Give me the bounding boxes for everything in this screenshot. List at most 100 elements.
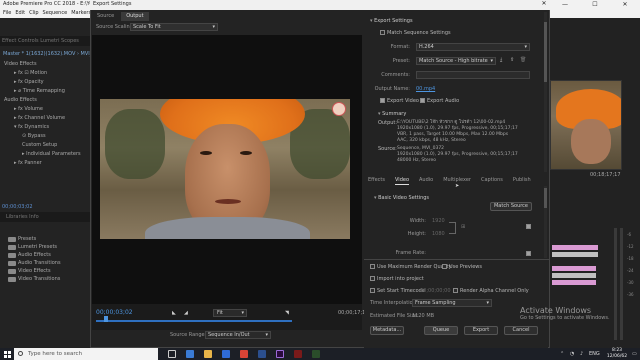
link-dimensions-icon[interactable]	[449, 222, 456, 234]
folder-audio-effects[interactable]: Audio Effects	[6, 252, 90, 260]
wifi-icon[interactable]: ◔	[570, 351, 574, 357]
chrome-icon[interactable]	[240, 350, 248, 358]
photos-icon[interactable]	[258, 350, 266, 358]
audio-clip[interactable]	[552, 252, 598, 257]
task-view-icon[interactable]	[168, 350, 176, 358]
tab-output[interactable]: Output	[121, 12, 149, 21]
start-timecode-field[interactable]: 00;00;00;00	[420, 288, 451, 294]
effect-row[interactable]: ▸ fx Volume	[0, 106, 90, 114]
effect-row[interactable]: ▸ ⌀ Time Remapping	[0, 88, 90, 96]
store-icon[interactable]	[222, 350, 230, 358]
taskbar-search[interactable]: Type here to search	[14, 348, 158, 360]
close-icon[interactable]: ✕	[538, 0, 550, 10]
current-timecode[interactable]: 00;00;03;02	[96, 309, 133, 316]
set-in-point-icon[interactable]: ◣	[172, 310, 178, 316]
audio-clip[interactable]	[552, 280, 596, 285]
effect-row[interactable]: ⊙ Bypass	[0, 133, 90, 141]
effect-row[interactable]: ▸ fx ⊡ Motion	[0, 70, 90, 78]
format-dropdown[interactable]: H.264	[416, 43, 530, 51]
program-timecode[interactable]: 00;18;17;17	[590, 172, 621, 178]
preset-dropdown[interactable]: Match Source - High bitrate	[416, 57, 496, 65]
maximize-button[interactable]: ☐	[580, 0, 610, 18]
delete-preset-icon[interactable]: 🗑	[520, 57, 526, 63]
set-start-timecode-checkbox[interactable]: Set Start Timecode	[370, 288, 425, 294]
language-indicator[interactable]: ENG	[589, 351, 600, 357]
premiere-pro-icon[interactable]	[276, 350, 284, 358]
folder-lumetri-presets[interactable]: Lumetri Presets	[6, 244, 90, 252]
menu-markers[interactable]: Markers	[71, 10, 91, 17]
folder-video-effects[interactable]: Video Effects	[6, 268, 90, 276]
max-render-quality-checkbox[interactable]: Use Maximum Render Quality	[370, 264, 451, 270]
use-previews-checkbox[interactable]: Use Previews	[442, 264, 482, 270]
fit-dropdown[interactable]: Fit	[213, 309, 247, 317]
effect-row[interactable]: ▸ Individual Parameters	[0, 151, 90, 159]
tab-captions[interactable]: Captions	[481, 177, 503, 185]
edge-icon[interactable]	[186, 350, 194, 358]
source-range-dropdown[interactable]: Sequence In/Out	[205, 331, 271, 339]
import-preset-icon[interactable]: ⇪	[510, 57, 514, 63]
folder-presets[interactable]: Presets	[6, 236, 90, 244]
time-interpolation-dropdown[interactable]: Frame Sampling	[412, 299, 492, 307]
width-value[interactable]: 1920	[432, 218, 445, 224]
volume-icon[interactable]: ♪	[580, 351, 583, 357]
folder-video-transitions[interactable]: Video Transitions	[6, 276, 90, 284]
effect-row[interactable]: ▸ fx Channel Volume	[0, 115, 90, 123]
menu-sequence[interactable]: Sequence	[43, 10, 68, 17]
frame-rate-checkbox[interactable]	[526, 251, 531, 256]
bin-tabs[interactable]: Libraries Info	[0, 212, 90, 222]
set-out-point-icon[interactable]: ◢	[184, 310, 190, 316]
comments-field[interactable]	[416, 71, 530, 79]
export-button[interactable]: Export	[464, 326, 498, 335]
tab-source[interactable]: Source	[92, 12, 119, 21]
effect-row[interactable]: ▾ fx Dynamics	[0, 124, 90, 132]
clip-tabs[interactable]: Master * 1(1632)(1632).MOV › MVI_0372 * …	[0, 50, 90, 60]
audio-clip[interactable]	[552, 245, 598, 250]
height-value[interactable]: 1080	[432, 231, 445, 237]
tab-publish[interactable]: Publish	[513, 177, 531, 185]
tab-video[interactable]: Video	[395, 177, 410, 185]
save-preset-icon[interactable]: ⤓	[500, 57, 502, 63]
app-icon[interactable]	[294, 350, 302, 358]
match-sequence-checkbox[interactable]: Match Sequence Settings	[380, 30, 451, 36]
cancel-button[interactable]: Cancel	[504, 326, 538, 335]
audio-clip[interactable]	[552, 273, 596, 278]
minimize-button[interactable]: —	[550, 0, 580, 18]
output-name-link[interactable]: 00.mp4	[416, 86, 435, 92]
effect-row[interactable]: ▸ fx Opacity	[0, 79, 90, 87]
audio-clip[interactable]	[552, 266, 596, 271]
width-match-checkbox[interactable]	[526, 224, 531, 229]
menu-clip[interactable]: Clip	[29, 10, 38, 17]
chain-icon[interactable]: ⊞	[461, 224, 465, 230]
menu-edit[interactable]: Edit	[15, 10, 25, 17]
source-scaling-dropdown[interactable]: Scale To Fit	[130, 23, 218, 31]
close-window-button[interactable]: ✕	[610, 0, 640, 18]
folder-audio-transitions[interactable]: Audio Transitions	[6, 260, 90, 268]
app-icon[interactable]	[312, 350, 320, 358]
playhead[interactable]	[104, 316, 108, 322]
panel-tabs[interactable]: Effect Controls Lumetri Scopes	[0, 36, 90, 46]
match-source-button[interactable]: Match Source	[490, 202, 532, 211]
timeline-range[interactable]	[96, 320, 292, 322]
file-explorer-icon[interactable]	[204, 350, 212, 358]
start-button[interactable]	[0, 348, 14, 360]
queue-button[interactable]: Queue	[424, 326, 458, 335]
export-audio-checkbox[interactable]: Export Audio	[420, 98, 459, 104]
settings-scrollbar-thumb[interactable]	[544, 22, 547, 82]
notification-icon[interactable]: ▭	[632, 351, 637, 357]
effect-row[interactable]: ▸ fx Panner	[0, 160, 90, 168]
menu-file[interactable]: File	[3, 10, 11, 17]
summary-header[interactable]: ▾ Summary	[378, 111, 406, 117]
tray-chevron-icon[interactable]: ⌃	[560, 351, 564, 357]
export-frame-icon[interactable]: ◥	[285, 310, 291, 316]
render-alpha-checkbox[interactable]: Render Alpha Channel Only	[453, 288, 529, 294]
metadata-button[interactable]: Metadata...	[370, 326, 404, 335]
tab-content-scrollbar-thumb[interactable]	[544, 188, 547, 208]
import-into-project-checkbox[interactable]: Import into project	[370, 276, 424, 282]
tab-audio[interactable]: Audio	[419, 177, 433, 185]
effect-timecode[interactable]: 00;00;03;02	[2, 204, 33, 210]
export-settings-header[interactable]: ▾ Export Settings	[370, 18, 413, 24]
system-clock[interactable]: 8:23 12/06/62	[602, 348, 632, 360]
effect-row[interactable]: Custom Setup	[0, 142, 90, 150]
tab-effects[interactable]: Effects	[368, 177, 385, 185]
basic-video-header[interactable]: ▾ Basic Video Settings	[374, 195, 429, 201]
